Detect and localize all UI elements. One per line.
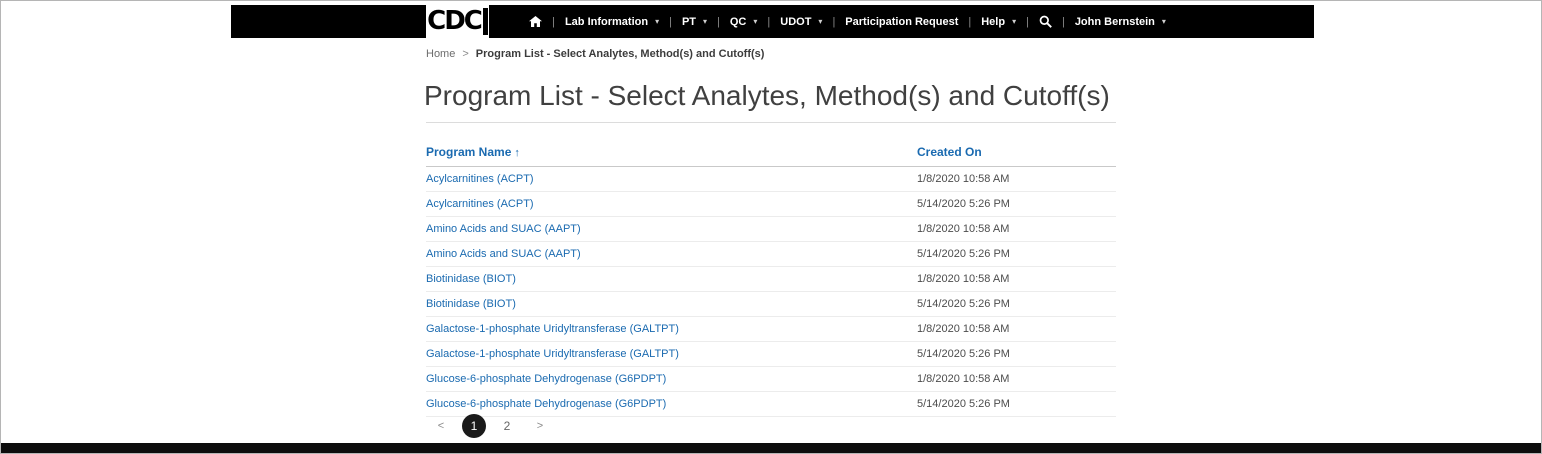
program-link[interactable]: Amino Acids and SUAC (AAPT) bbox=[426, 248, 581, 260]
table-row: Amino Acids and SUAC (AAPT) 5/14/2020 5:2… bbox=[426, 242, 1116, 267]
created-on-cell: 5/14/2020 5:26 PM bbox=[917, 242, 1116, 267]
created-on-cell: 5/14/2020 5:26 PM bbox=[917, 292, 1116, 317]
program-link[interactable]: Galactose-1-phosphate Uridyltransferase … bbox=[426, 323, 679, 335]
nav-lab-information[interactable]: Lab Information ▾ bbox=[555, 16, 669, 28]
page-title: Program List - Select Analytes, Method(s… bbox=[424, 80, 1110, 112]
created-on-cell: 5/14/2020 5:26 PM bbox=[917, 192, 1116, 217]
program-name-cell: Galactose-1-phosphate Uridyltransferase … bbox=[426, 342, 917, 367]
created-on-cell: 1/8/2020 10:58 AM bbox=[917, 317, 1116, 342]
program-name-cell: Amino Acids and SUAC (AAPT) bbox=[426, 242, 917, 267]
program-name-cell: Galactose-1-phosphate Uridyltransferase … bbox=[426, 317, 917, 342]
program-name-cell: Biotinidase (BIOT) bbox=[426, 292, 917, 317]
program-link[interactable]: Glucose-6-phosphate Dehydrogenase (G6PDP… bbox=[426, 398, 666, 410]
table-row: Amino Acids and SUAC (AAPT) 1/8/2020 10:5… bbox=[426, 217, 1116, 242]
column-label-program-name: Program Name bbox=[426, 145, 511, 159]
table-row: Acylcarnitines (ACPT) 1/8/2020 10:58 AM bbox=[426, 167, 1116, 192]
created-on-cell: 1/8/2020 10:58 AM bbox=[917, 167, 1116, 192]
nav-search[interactable] bbox=[1029, 15, 1062, 28]
created-on-cell: 1/8/2020 10:58 AM bbox=[917, 217, 1116, 242]
sort-ascending-icon: ↑ bbox=[514, 147, 520, 159]
created-on-cell: 5/14/2020 5:26 PM bbox=[917, 342, 1116, 367]
table-row: Glucose-6-phosphate Dehydrogenase (G6PDP… bbox=[426, 392, 1116, 417]
home-icon bbox=[529, 16, 542, 27]
nav-item-label: Help bbox=[981, 16, 1005, 28]
program-name-cell: Acylcarnitines (ACPT) bbox=[426, 167, 917, 192]
nav-item-label: PT bbox=[682, 16, 696, 28]
pagination-page-2[interactable]: 2 bbox=[495, 414, 519, 438]
nav-pt[interactable]: PT ▾ bbox=[672, 16, 717, 28]
program-link[interactable]: Galactose-1-phosphate Uridyltransferase … bbox=[426, 348, 679, 360]
column-header-created-on[interactable]: Created On bbox=[917, 137, 1116, 167]
column-label-created-on: Created On bbox=[917, 145, 982, 159]
pagination-next-button[interactable]: > bbox=[528, 414, 552, 438]
breadcrumb-current: Program List - Select Analytes, Method(s… bbox=[476, 48, 765, 60]
nav-help[interactable]: Help ▾ bbox=[971, 16, 1026, 28]
title-divider bbox=[426, 122, 1116, 123]
chevron-down-icon: ▾ bbox=[1162, 18, 1166, 26]
program-name-cell: Acylcarnitines (ACPT) bbox=[426, 192, 917, 217]
nav-menu: |Lab Information▾|PT▾|QC▾|UDOT▾|Particip… bbox=[231, 5, 1314, 38]
program-name-cell: Glucose-6-phosphate Dehydrogenase (G6PDP… bbox=[426, 392, 917, 417]
search-icon bbox=[1039, 15, 1052, 28]
program-name-cell: Amino Acids and SUAC (AAPT) bbox=[426, 217, 917, 242]
nav-home[interactable] bbox=[519, 16, 552, 27]
table-row: Biotinidase (BIOT) 1/8/2020 10:58 AM bbox=[426, 267, 1116, 292]
pagination-prev-button[interactable]: < bbox=[429, 414, 453, 438]
program-link[interactable]: Acylcarnitines (ACPT) bbox=[426, 198, 534, 210]
chevron-down-icon: ▾ bbox=[753, 18, 757, 26]
table-row: Galactose-1-phosphate Uridyltransferase … bbox=[426, 317, 1116, 342]
nav-item-label: John Bernstein bbox=[1075, 16, 1155, 28]
nav-item-label: Lab Information bbox=[565, 16, 648, 28]
top-navbar: CDC |Lab Information▾|PT▾|QC▾|UDOT▾|Part… bbox=[231, 5, 1314, 38]
table-row: Galactose-1-phosphate Uridyltransferase … bbox=[426, 342, 1116, 367]
chevron-down-icon: ▾ bbox=[703, 18, 707, 26]
breadcrumb-home-link[interactable]: Home bbox=[426, 48, 455, 60]
breadcrumb-separator: > bbox=[462, 48, 468, 60]
program-link[interactable]: Acylcarnitines (ACPT) bbox=[426, 173, 534, 185]
program-link[interactable]: Biotinidase (BIOT) bbox=[426, 273, 516, 285]
created-on-cell: 1/8/2020 10:58 AM bbox=[917, 267, 1116, 292]
chevron-down-icon: ▾ bbox=[818, 18, 822, 26]
table-row: Acylcarnitines (ACPT) 5/14/2020 5:26 PM bbox=[426, 192, 1116, 217]
program-name-cell: Biotinidase (BIOT) bbox=[426, 267, 917, 292]
created-on-cell: 5/14/2020 5:26 PM bbox=[917, 392, 1116, 417]
app-window: CDC |Lab Information▾|PT▾|QC▾|UDOT▾|Part… bbox=[0, 0, 1542, 454]
nav-item-label: UDOT bbox=[780, 16, 811, 28]
table-row: Glucose-6-phosphate Dehydrogenase (G6PDP… bbox=[426, 367, 1116, 392]
breadcrumb: Home > Program List - Select Analytes, Met… bbox=[426, 48, 764, 60]
nav-qc[interactable]: QC ▾ bbox=[720, 16, 768, 28]
program-table-body: Acylcarnitines (ACPT)1/8/2020 10:58 AMAc… bbox=[426, 167, 1116, 417]
pagination-page-1[interactable]: 1 bbox=[462, 414, 486, 438]
program-link[interactable]: Biotinidase (BIOT) bbox=[426, 298, 516, 310]
nav-participation-request[interactable]: Participation Request bbox=[835, 16, 968, 28]
nav-item-label: Participation Request bbox=[845, 16, 958, 28]
program-link[interactable]: Glucose-6-phosphate Dehydrogenase (G6PDP… bbox=[426, 373, 666, 385]
chevron-down-icon: ▾ bbox=[1012, 18, 1016, 26]
program-link[interactable]: Amino Acids and SUAC (AAPT) bbox=[426, 223, 581, 235]
nav-item-label: QC bbox=[730, 16, 747, 28]
table-row: Biotinidase (BIOT) 5/14/2020 5:26 PM bbox=[426, 292, 1116, 317]
nav-user-john-bernstein[interactable]: John Bernstein ▾ bbox=[1065, 16, 1176, 28]
table-header-row: Program Name↑ Created On bbox=[426, 137, 1116, 167]
chevron-down-icon: ▾ bbox=[655, 18, 659, 26]
pagination: <12 > bbox=[429, 414, 552, 438]
column-header-program-name[interactable]: Program Name↑ bbox=[426, 137, 917, 167]
created-on-cell: 1/8/2020 10:58 AM bbox=[917, 367, 1116, 392]
program-table: Program Name↑ Created On Acylcarnitines … bbox=[426, 137, 1116, 417]
nav-udot[interactable]: UDOT ▾ bbox=[770, 16, 832, 28]
footer-bar bbox=[1, 443, 1541, 453]
program-name-cell: Glucose-6-phosphate Dehydrogenase (G6PDP… bbox=[426, 367, 917, 392]
